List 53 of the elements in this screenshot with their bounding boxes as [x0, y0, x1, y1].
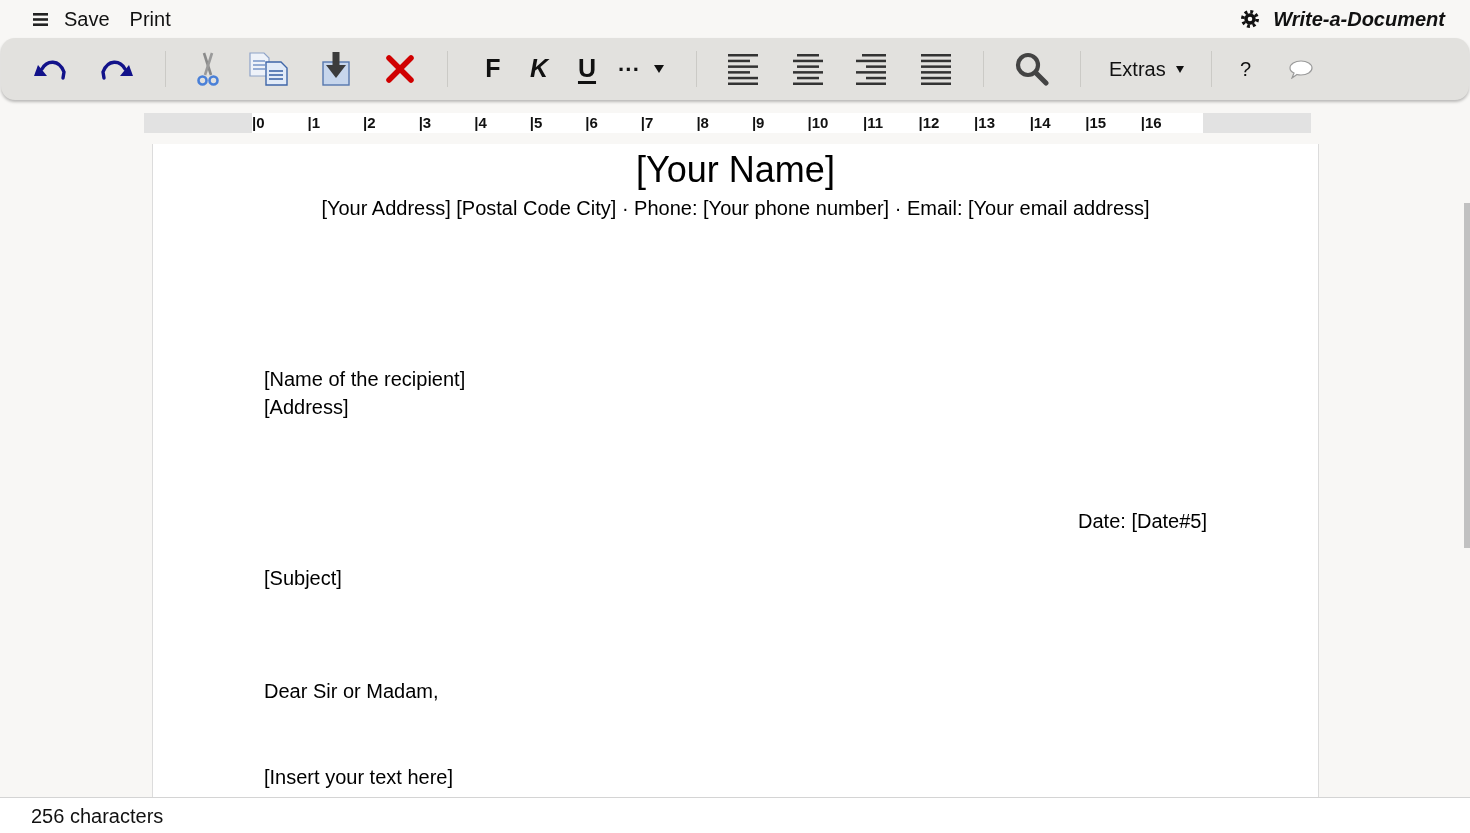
italic-button[interactable]: K: [519, 47, 559, 91]
body-text: [Insert your text here]: [264, 765, 453, 790]
character-count: 256 characters: [31, 803, 164, 829]
cross-icon: [385, 54, 415, 84]
caret-icon: [654, 65, 664, 73]
caret-icon: [1175, 65, 1184, 73]
ruler-mark: |4: [474, 113, 488, 133]
contact-line: [Your Address] [Postal Code City] · Phone: [Your phone number] · Email: [Your email address]: [321, 196, 1150, 221]
ruler-mark: |13: [974, 113, 996, 133]
underline-button[interactable]: U: [567, 47, 607, 91]
menu-icon: [32, 12, 48, 26]
salutation-text: Dear Sir or Madam,: [264, 679, 439, 704]
ruler-mark: |10: [807, 113, 830, 133]
ruler-mark: |9: [751, 113, 766, 133]
ruler-mark: |0: [252, 113, 266, 133]
help-button[interactable]: ?: [1225, 47, 1266, 91]
ruler-mark: |1: [307, 113, 322, 133]
subject-line: [Subject]: [264, 566, 342, 591]
menu-item[interactable]: Save: [62, 4, 112, 34]
ruler-mark: |16: [1140, 113, 1163, 133]
ruler-mark: |6: [585, 113, 599, 133]
align-left-icon: [728, 53, 758, 85]
ruler-mark: |7: [640, 113, 655, 133]
download-icon: [322, 52, 350, 86]
undo-icon: [33, 58, 67, 80]
ruler-mark: |14: [1029, 113, 1052, 133]
ruler-mark: |2: [363, 113, 377, 133]
more-button[interactable]: ···: [618, 47, 664, 91]
document-title: [Your Name]: [636, 148, 835, 192]
app-title: Write-a-Document: [1273, 7, 1445, 32]
search-icon: [1015, 52, 1049, 86]
ruler-mark: |11: [863, 113, 885, 133]
bold-button[interactable]: F: [473, 47, 513, 91]
menu-item[interactable]: Print: [127, 4, 173, 34]
scissors-icon: [196, 52, 220, 86]
ruler-mark: |12: [918, 113, 941, 133]
scrollbar-thumb[interactable]: [1464, 203, 1470, 548]
recipient-line: [Address]: [264, 395, 349, 420]
align-center-icon: [793, 53, 823, 85]
justify-icon: [921, 53, 951, 85]
recipient-line: [Name of the recipient]: [264, 367, 466, 392]
gear-icon[interactable]: [1241, 10, 1260, 28]
align-right-icon: [856, 53, 886, 85]
ruler-mark: |15: [1085, 113, 1108, 133]
ruler-mark: |8: [696, 113, 710, 133]
ruler-mark: |3: [418, 113, 433, 133]
menu-button[interactable]: [31, 10, 49, 28]
extras-button[interactable]: Extras: [1109, 47, 1184, 91]
redo-icon: [100, 58, 134, 80]
ruler-mark: |5: [529, 113, 544, 133]
copy-icon: [249, 52, 289, 86]
date-line: Date: [Date#5]: [1078, 509, 1207, 534]
speech-bubble-icon: [1288, 59, 1313, 79]
